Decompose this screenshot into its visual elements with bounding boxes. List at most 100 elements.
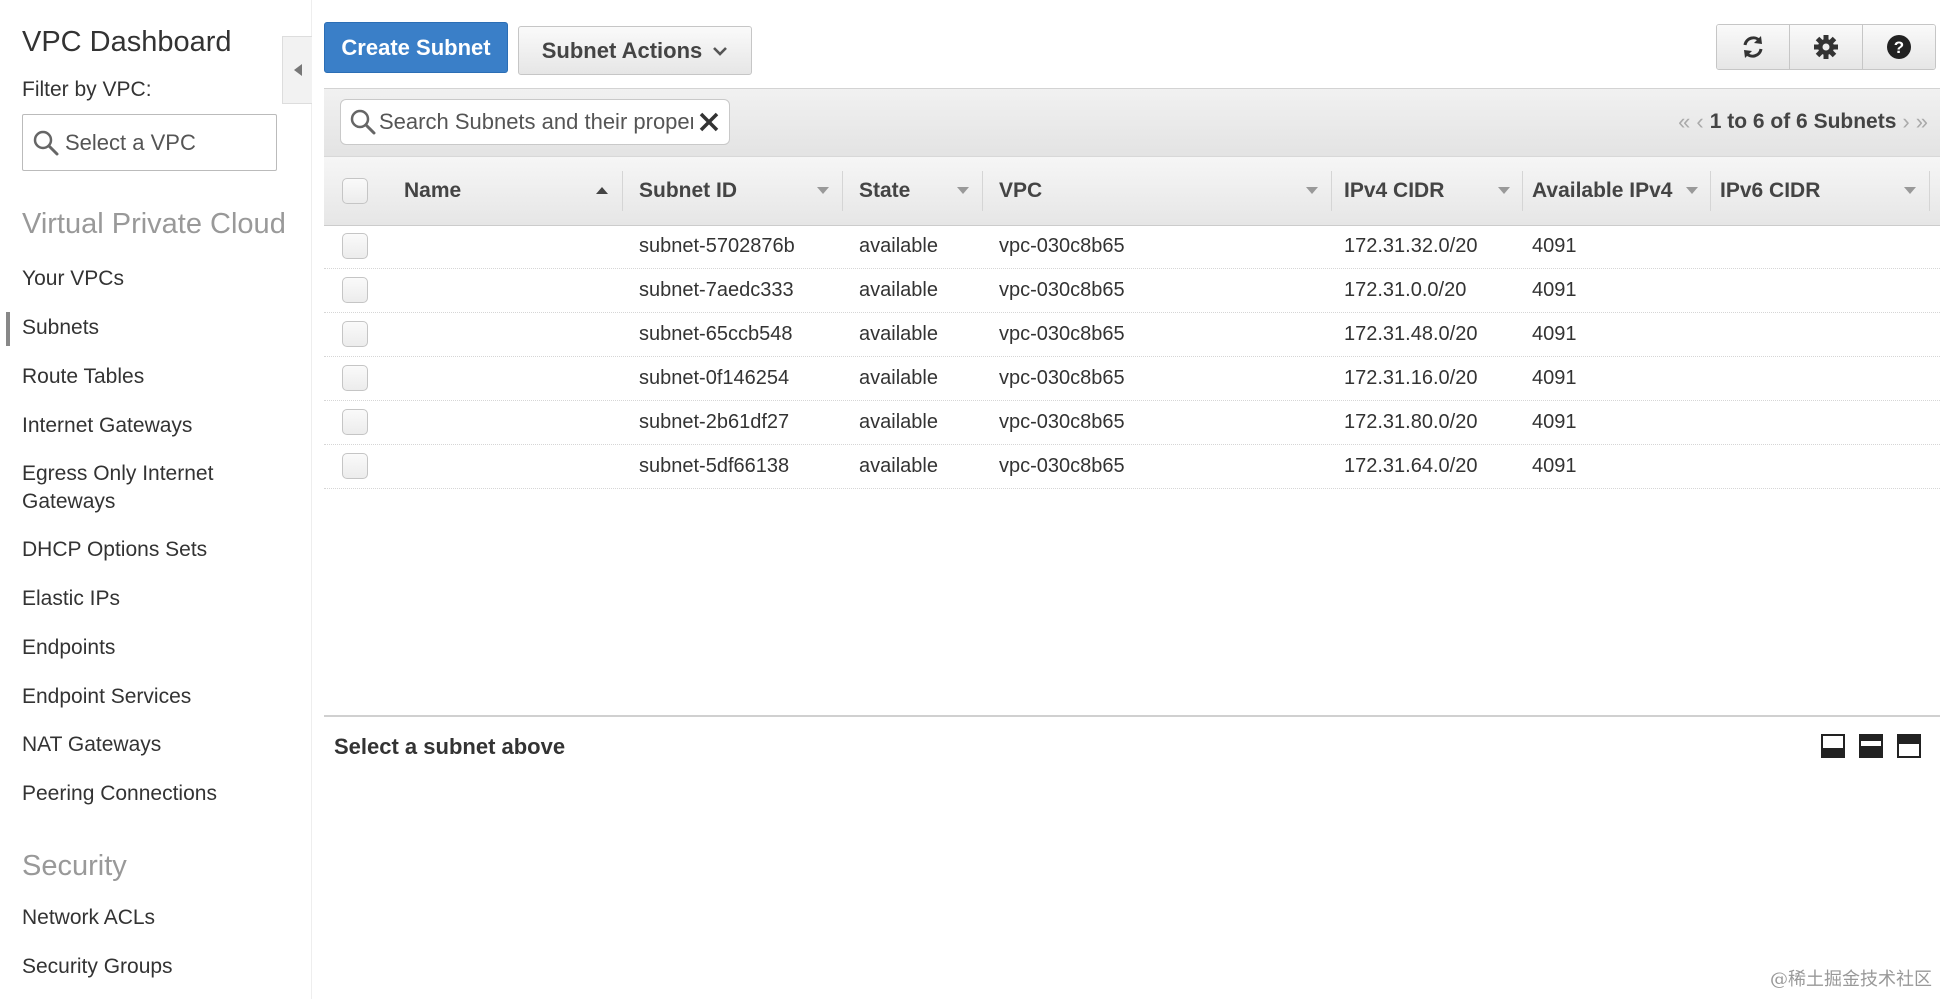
panel-layout-controls <box>1821 734 1921 758</box>
sort-ascending-icon <box>596 187 608 194</box>
sidebar-item-internet-gateways[interactable]: Internet Gateways <box>22 412 292 440</box>
subnet-actions-label: Subnet Actions <box>541 37 703 63</box>
row-checkbox[interactable] <box>342 453 368 479</box>
next-page-icon[interactable]: › <box>1902 109 1909 135</box>
sidebar-item-elastic-ips[interactable]: Elastic IPs <box>22 585 292 613</box>
sort-icon <box>1306 187 1318 194</box>
cell-state: available <box>859 367 938 389</box>
cell-ipv4-cidr: 172.31.32.0/20 <box>1344 235 1478 257</box>
vpc-select[interactable]: Select a VPC <box>22 114 277 171</box>
sidebar-title[interactable]: VPC Dashboard <box>22 26 232 59</box>
table-row[interactable]: subnet-5702876b available vpc-030c8b65 1… <box>324 225 1940 269</box>
row-checkbox[interactable] <box>342 321 368 347</box>
sidebar-item-peering-connections[interactable]: Peering Connections <box>22 780 292 808</box>
column-header-name[interactable]: Name <box>404 157 618 225</box>
search-icon <box>350 109 376 135</box>
column-header-vpc[interactable]: VPC <box>999 157 1328 225</box>
cell-vpc: vpc-030c8b65 <box>999 279 1125 301</box>
active-item-indicator <box>6 312 10 346</box>
settings-button[interactable] <box>1789 25 1862 69</box>
row-checkbox[interactable] <box>342 277 368 303</box>
gear-icon <box>1814 35 1838 59</box>
sidebar-item-nat-gateways[interactable]: NAT Gateways <box>22 731 292 759</box>
sort-icon <box>1498 187 1510 194</box>
cell-vpc: vpc-030c8b65 <box>999 367 1125 389</box>
subnet-actions-dropdown[interactable]: Subnet Actions <box>518 26 752 75</box>
filter-by-vpc-label: Filter by VPC: <box>22 78 152 101</box>
cell-subnet-id: subnet-7aedc333 <box>639 279 794 301</box>
column-header-subnet-id[interactable]: Subnet ID <box>639 157 839 225</box>
layout-split-icon[interactable] <box>1859 734 1883 758</box>
create-subnet-button[interactable]: Create Subnet <box>324 22 508 73</box>
cell-available-ipv4: 4091 <box>1532 455 1577 477</box>
sidebar-item-route-tables[interactable]: Route Tables <box>22 363 292 391</box>
sidebar-item-subnets[interactable]: Subnets <box>22 314 292 342</box>
refresh-button[interactable] <box>1717 25 1789 69</box>
column-header-label: VPC <box>999 179 1043 202</box>
select-all-checkbox[interactable] <box>342 178 368 204</box>
clear-search-button[interactable] <box>693 106 725 138</box>
sort-icon <box>1686 187 1698 194</box>
toolbar-icon-group: ? <box>1716 24 1936 70</box>
cell-vpc: vpc-030c8b65 <box>999 411 1125 433</box>
row-checkbox[interactable] <box>342 365 368 391</box>
column-header-ipv4-cidr[interactable]: IPv4 CIDR <box>1344 157 1520 225</box>
cell-ipv4-cidr: 172.31.80.0/20 <box>1344 411 1478 433</box>
cell-state: available <box>859 279 938 301</box>
pagination: « ‹ 1 to 6 of 6 Subnets › » <box>1678 109 1928 135</box>
cell-subnet-id: subnet-65ccb548 <box>639 323 793 345</box>
sidebar-item-network-acls[interactable]: Network ACLs <box>22 904 292 932</box>
collapse-sidebar-button[interactable] <box>282 36 312 104</box>
subnets-table-body: subnet-5702876b available vpc-030c8b65 1… <box>324 225 1940 489</box>
svg-text:?: ? <box>1894 38 1904 57</box>
last-page-icon[interactable]: » <box>1916 109 1928 135</box>
cell-ipv4-cidr: 172.31.16.0/20 <box>1344 367 1478 389</box>
sidebar-item-your-vpcs[interactable]: Your VPCs <box>22 265 292 293</box>
sidebar-item-endpoints[interactable]: Endpoints <box>22 634 292 662</box>
column-header-label: State <box>859 179 911 202</box>
column-header-label: IPv6 CIDR <box>1720 179 1821 202</box>
chevron-down-icon <box>713 46 728 56</box>
details-empty-label: Select a subnet above <box>334 734 566 759</box>
layout-top-small-icon[interactable] <box>1897 734 1921 758</box>
first-page-icon[interactable]: « <box>1678 109 1690 135</box>
details-panel-divider[interactable] <box>324 715 1940 717</box>
cell-ipv4-cidr: 172.31.64.0/20 <box>1344 455 1478 477</box>
section-heading-vpc: Virtual Private Cloud <box>22 208 286 240</box>
cell-state: available <box>859 455 938 477</box>
column-header-available-ipv4[interactable]: Available IPv4 <box>1532 157 1708 225</box>
cell-available-ipv4: 4091 <box>1532 279 1577 301</box>
previous-page-icon[interactable]: ‹ <box>1696 109 1703 135</box>
column-header-label: IPv4 CIDR <box>1344 179 1445 202</box>
search-input[interactable] <box>377 109 693 135</box>
table-row[interactable]: subnet-65ccb548 available vpc-030c8b65 1… <box>324 313 1940 357</box>
cell-state: available <box>859 411 938 433</box>
cell-available-ipv4: 4091 <box>1532 235 1577 257</box>
table-row[interactable]: subnet-5df66138 available vpc-030c8b65 1… <box>324 445 1940 489</box>
cell-ipv4-cidr: 172.31.48.0/20 <box>1344 323 1478 345</box>
row-checkbox[interactable] <box>342 409 368 435</box>
sort-icon <box>1904 187 1916 194</box>
table-row[interactable]: subnet-0f146254 available vpc-030c8b65 1… <box>324 357 1940 401</box>
cell-available-ipv4: 4091 <box>1532 367 1577 389</box>
table-row[interactable]: subnet-7aedc333 available vpc-030c8b65 1… <box>324 269 1940 313</box>
help-button[interactable]: ? <box>1862 25 1935 69</box>
column-header-label: Subnet ID <box>639 179 737 202</box>
table-row[interactable]: subnet-2b61df27 available vpc-030c8b65 1… <box>324 401 1940 445</box>
column-header-ipv6-cidr[interactable]: IPv6 CIDR <box>1720 157 1926 225</box>
cell-subnet-id: subnet-2b61df27 <box>639 411 790 433</box>
column-header-label: Name <box>404 179 462 202</box>
layout-bottom-small-icon[interactable] <box>1821 734 1845 758</box>
sidebar-item-security-groups[interactable]: Security Groups <box>22 953 292 981</box>
chevron-left-icon <box>293 64 302 76</box>
sidebar-item-dhcp-options-sets[interactable]: DHCP Options Sets <box>22 536 292 564</box>
cell-state: available <box>859 235 938 257</box>
cell-subnet-id: subnet-5df66138 <box>639 455 790 477</box>
sidebar-item-endpoint-services[interactable]: Endpoint Services <box>22 683 292 711</box>
column-header-state[interactable]: State <box>859 157 979 225</box>
sidebar-item-egress-only-internet-gateways[interactable]: Egress Only Internet Gateways <box>22 460 252 516</box>
cell-state: available <box>859 323 938 345</box>
row-checkbox[interactable] <box>342 233 368 259</box>
column-header-label: Available IPv4 <box>1532 179 1673 202</box>
cell-available-ipv4: 4091 <box>1532 323 1577 345</box>
